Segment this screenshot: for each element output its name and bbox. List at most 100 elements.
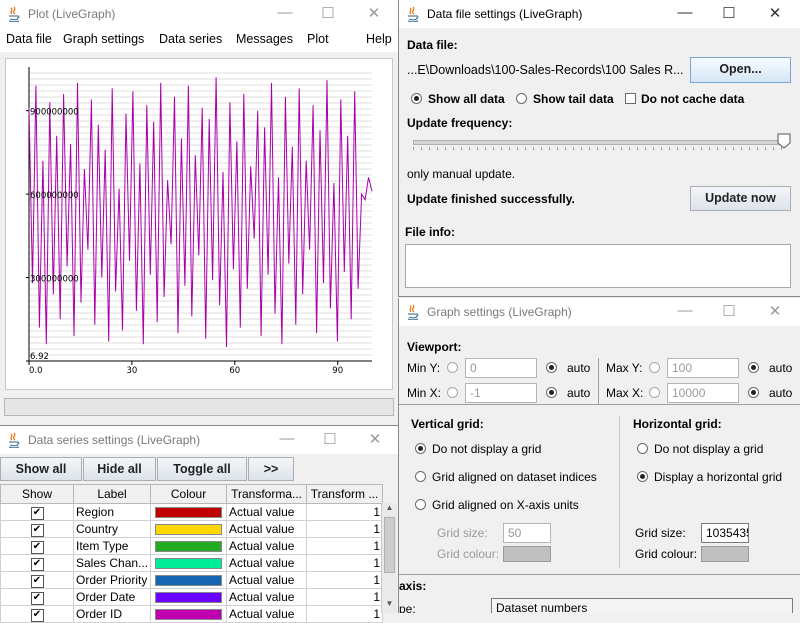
table-row[interactable]: ✔ Item Type Actual value 1: [0, 537, 384, 555]
show-checkbox[interactable]: ✔: [30, 575, 44, 588]
close-icon[interactable]: ✕: [765, 302, 785, 320]
h-grid-display-radio[interactable]: [637, 471, 648, 482]
col-transform-param-header[interactable]: Transform ...: [306, 484, 384, 504]
data-file-titlebar[interactable]: Data file settings (LiveGraph) — ☐ ✕: [399, 0, 800, 28]
row-param-cell[interactable]: 1: [306, 571, 384, 589]
show-all-radio[interactable]: [411, 93, 422, 104]
row-param-cell[interactable]: 1: [306, 554, 384, 572]
row-label-cell[interactable]: Order Date: [72, 588, 152, 606]
table-row[interactable]: ✔ Order Priority Actual value 1: [0, 571, 384, 589]
col-transform-header[interactable]: Transforma...: [226, 484, 308, 504]
close-icon[interactable]: ✕: [364, 4, 384, 22]
min-x-field[interactable]: -1: [465, 383, 537, 403]
data-series-table[interactable]: Show Label Colour Transforma... Transfor…: [0, 484, 384, 623]
show-checkbox[interactable]: ✔: [30, 609, 44, 622]
menu-plot[interactable]: Plot: [307, 32, 329, 46]
min-x-auto-radio[interactable]: [546, 387, 557, 398]
row-colour-cell[interactable]: [150, 503, 228, 521]
maximize-icon[interactable]: ☐: [318, 4, 338, 22]
close-icon[interactable]: ✕: [365, 430, 385, 448]
row-transform-cell[interactable]: Actual value: [226, 588, 308, 606]
row-param-cell[interactable]: 1: [306, 605, 384, 623]
table-row[interactable]: ✔ Order ID Actual value 1: [0, 605, 384, 623]
row-label-cell[interactable]: Order Priority: [72, 571, 152, 589]
update-frequency-slider[interactable]: [413, 131, 791, 153]
show-checkbox[interactable]: ✔: [30, 541, 44, 554]
row-transform-cell[interactable]: Actual value: [226, 554, 308, 572]
h-grid-colour-swatch[interactable]: [701, 546, 749, 562]
table-scrollbar[interactable]: ▲ ▼: [381, 503, 397, 613]
v-grid-units-radio[interactable]: [415, 499, 426, 510]
max-x-manual-radio[interactable]: [649, 387, 660, 398]
minimize-icon[interactable]: —: [275, 4, 295, 21]
data-series-titlebar[interactable]: Data series settings (LiveGraph) — ☐ ✕: [0, 426, 398, 454]
col-label-header[interactable]: Label: [72, 484, 152, 504]
plot-canvas[interactable]: 900000000 600000000 300000000 6.92 0.0 30 60 90: [5, 58, 393, 390]
max-y-auto-radio[interactable]: [748, 362, 759, 373]
slider-thumb[interactable]: [777, 133, 791, 149]
row-param-cell[interactable]: 1: [306, 588, 384, 606]
hide-all-button[interactable]: Hide all: [83, 457, 156, 481]
row-transform-cell[interactable]: Actual value: [226, 537, 308, 555]
v-grid-indices-radio[interactable]: [415, 471, 426, 482]
row-colour-cell[interactable]: [150, 605, 228, 623]
col-show-header[interactable]: Show: [0, 484, 74, 504]
min-y-field[interactable]: 0: [465, 358, 537, 378]
menu-data-series[interactable]: Data series: [159, 32, 222, 46]
row-show-cell[interactable]: ✔: [0, 605, 74, 623]
menu-help[interactable]: Help: [366, 32, 392, 46]
row-param-cell[interactable]: 1: [306, 520, 384, 538]
more-button[interactable]: >>: [248, 457, 294, 481]
v-grid-size-field[interactable]: 50: [503, 523, 551, 543]
table-row[interactable]: ✔ Country Actual value 1: [0, 520, 384, 538]
row-transform-cell[interactable]: Actual value: [226, 605, 308, 623]
row-param-cell[interactable]: 1: [306, 537, 384, 555]
toggle-all-button[interactable]: Toggle all: [157, 457, 247, 481]
min-x-manual-radio[interactable]: [447, 387, 458, 398]
show-checkbox[interactable]: ✔: [30, 592, 44, 605]
scroll-down-icon[interactable]: ▼: [382, 599, 397, 613]
update-now-button[interactable]: Update now: [690, 186, 791, 211]
show-checkbox[interactable]: ✔: [30, 524, 44, 537]
menu-messages[interactable]: Messages: [236, 32, 293, 46]
row-label-cell[interactable]: Region: [72, 503, 152, 521]
h-grid-size-field[interactable]: 1035435: [701, 523, 749, 543]
h-grid-none-radio[interactable]: [637, 443, 648, 454]
minimize-icon[interactable]: —: [675, 4, 695, 21]
maximize-icon[interactable]: ☐: [719, 302, 739, 320]
file-info-box[interactable]: [405, 244, 791, 288]
row-show-cell[interactable]: ✔: [0, 554, 74, 572]
max-y-field[interactable]: 100: [667, 358, 739, 378]
minimize-icon[interactable]: —: [277, 430, 297, 447]
show-all-button[interactable]: Show all: [0, 457, 82, 481]
row-colour-cell[interactable]: [150, 537, 228, 555]
row-label-cell[interactable]: Item Type: [72, 537, 152, 555]
x-axis-type-select[interactable]: Dataset numbers: [491, 598, 793, 613]
row-param-cell[interactable]: 1: [306, 503, 384, 521]
menu-graph-settings[interactable]: Graph settings: [63, 32, 144, 46]
row-label-cell[interactable]: Order ID: [72, 605, 152, 623]
row-show-cell[interactable]: ✔: [0, 537, 74, 555]
max-x-field[interactable]: 10000: [667, 383, 739, 403]
maximize-icon[interactable]: ☐: [320, 430, 340, 448]
row-colour-cell[interactable]: [150, 588, 228, 606]
graph-settings-titlebar[interactable]: Graph settings (LiveGraph) — ☐ ✕: [399, 298, 800, 326]
row-label-cell[interactable]: Country: [72, 520, 152, 538]
row-label-cell[interactable]: Sales Chan...: [72, 554, 152, 572]
row-show-cell[interactable]: ✔: [0, 571, 74, 589]
show-checkbox[interactable]: ✔: [30, 507, 44, 520]
scrollbar-thumb[interactable]: [384, 517, 395, 573]
col-colour-header[interactable]: Colour: [150, 484, 228, 504]
row-transform-cell[interactable]: Actual value: [226, 520, 308, 538]
min-y-auto-radio[interactable]: [546, 362, 557, 373]
show-tail-radio[interactable]: [516, 93, 527, 104]
row-colour-cell[interactable]: [150, 520, 228, 538]
max-x-auto-radio[interactable]: [748, 387, 759, 398]
menu-data-file[interactable]: Data file: [6, 32, 52, 46]
table-row[interactable]: ✔ Sales Chan... Actual value 1: [0, 554, 384, 572]
row-show-cell[interactable]: ✔: [0, 588, 74, 606]
row-show-cell[interactable]: ✔: [0, 503, 74, 521]
table-row[interactable]: ✔ Order Date Actual value 1: [0, 588, 384, 606]
table-row[interactable]: ✔ Region Actual value 1: [0, 503, 384, 521]
max-y-manual-radio[interactable]: [649, 362, 660, 373]
